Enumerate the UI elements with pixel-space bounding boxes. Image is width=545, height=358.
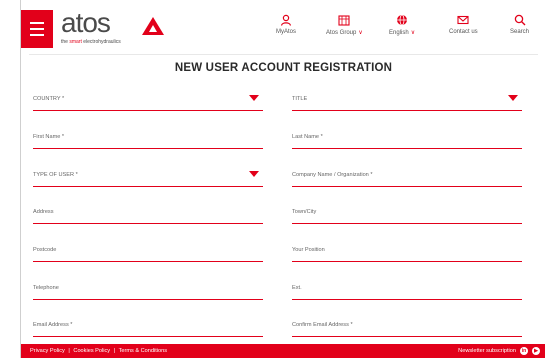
nav-atos-group[interactable]: Atos Group ∨ xyxy=(326,14,363,36)
country-label: COUNTRY * xyxy=(33,96,65,102)
nav-contact-label: Contact us xyxy=(449,29,478,35)
address-field[interactable]: Address xyxy=(33,205,263,224)
cookies-policy-link[interactable]: Cookies Policy xyxy=(73,348,110,354)
globe-icon xyxy=(397,14,408,26)
logo-wordmark: atos xyxy=(61,7,111,38)
nav-atos-group-label: Atos Group xyxy=(326,30,357,36)
chevron-down-icon: ∨ xyxy=(410,30,416,36)
user-icon xyxy=(280,14,292,26)
nav-search[interactable]: Search xyxy=(510,14,529,35)
search-icon xyxy=(514,14,525,26)
footer-bar: Privacy Policy | Cookies Policy | Terms … xyxy=(21,344,545,358)
nav-language-label-wrap: English ∨ xyxy=(389,29,415,36)
last-name-label: Last Name * xyxy=(292,134,323,140)
footer-links: Privacy Policy | Cookies Policy | Terms … xyxy=(30,348,169,354)
youtube-icon[interactable]: ▶ xyxy=(532,347,540,355)
type-of-user-select[interactable]: TYPE OF USER * xyxy=(33,168,263,187)
footer-separator: | xyxy=(113,348,116,354)
town-label: Town/City xyxy=(292,209,317,215)
hamburger-menu-button[interactable] xyxy=(21,10,53,48)
page-title: NEW USER ACCOUNT REGISTRATION xyxy=(174,62,393,74)
title-label: TITLE xyxy=(292,96,308,102)
telephone-field[interactable]: Telephone xyxy=(33,281,263,300)
country-select[interactable]: COUNTRY * xyxy=(33,92,263,111)
town-field[interactable]: Town/City xyxy=(292,205,522,224)
linkedin-icon[interactable]: in xyxy=(520,347,528,355)
hamburger-bar xyxy=(30,22,44,24)
first-name-field[interactable]: First Name * xyxy=(33,130,263,149)
building-icon xyxy=(338,15,350,26)
position-label: Your Position xyxy=(292,247,325,253)
dropdown-arrow-icon xyxy=(249,171,259,177)
nav-atos-group-label-wrap: Atos Group ∨ xyxy=(326,29,363,36)
dropdown-arrow-icon xyxy=(508,95,518,101)
logo-tagline: the smart electrohydraulics xyxy=(61,39,121,45)
envelope-icon xyxy=(457,15,469,25)
header-divider xyxy=(29,54,538,55)
privacy-policy-link[interactable]: Privacy Policy xyxy=(30,348,65,354)
nav-search-label: Search xyxy=(510,29,530,35)
ext-label: Ext. xyxy=(292,285,302,291)
title-select[interactable]: TITLE xyxy=(292,92,522,111)
dropdown-arrow-icon xyxy=(249,95,259,101)
newsletter-link[interactable]: Newsletter subscription xyxy=(458,348,516,354)
company-field[interactable]: Company Name / Organization * xyxy=(292,168,522,187)
nav-contact[interactable]: Contact us xyxy=(449,14,478,35)
confirm-email-label: Confirm Email Address * xyxy=(292,322,353,328)
nav-myatos[interactable]: MyAtos xyxy=(276,14,296,35)
postcode-label: Postcode xyxy=(33,247,57,253)
nav-language-label: English xyxy=(389,30,409,36)
company-label: Company Name / Organization * xyxy=(292,172,373,178)
email-field[interactable]: Email Address * xyxy=(33,318,263,337)
type-of-user-label: TYPE OF USER * xyxy=(33,172,78,178)
nav-myatos-label: MyAtos xyxy=(276,29,297,35)
terms-conditions-link[interactable]: Terms & Conditions xyxy=(119,348,168,354)
confirm-email-field[interactable]: Confirm Email Address * xyxy=(292,318,522,337)
hamburger-bar xyxy=(30,34,44,36)
address-label: Address xyxy=(33,209,54,215)
logo-triangle-icon xyxy=(142,17,164,35)
email-label: Email Address * xyxy=(33,322,73,328)
telephone-label: Telephone xyxy=(33,285,59,291)
top-navigation: MyAtos Atos Group ∨ English ∨ Contact us S… xyxy=(276,14,545,48)
tagline-suffix: electrohydraulics xyxy=(81,39,121,45)
footer-separator: | xyxy=(68,348,70,354)
page-frame: atos the smart electrohydraulics MyAtos … xyxy=(20,0,545,358)
atos-logo[interactable]: atos the smart electrohydraulics xyxy=(61,7,186,47)
first-name-label: First Name * xyxy=(33,134,65,140)
last-name-field[interactable]: Last Name * xyxy=(292,130,522,149)
position-field[interactable]: Your Position xyxy=(292,243,522,262)
postcode-field[interactable]: Postcode xyxy=(33,243,263,262)
hamburger-bar xyxy=(30,28,44,30)
chevron-down-icon: ∨ xyxy=(358,30,363,36)
ext-field[interactable]: Ext. xyxy=(292,281,522,300)
tagline-accent: smart xyxy=(69,39,82,45)
nav-language[interactable]: English ∨ xyxy=(389,14,415,36)
